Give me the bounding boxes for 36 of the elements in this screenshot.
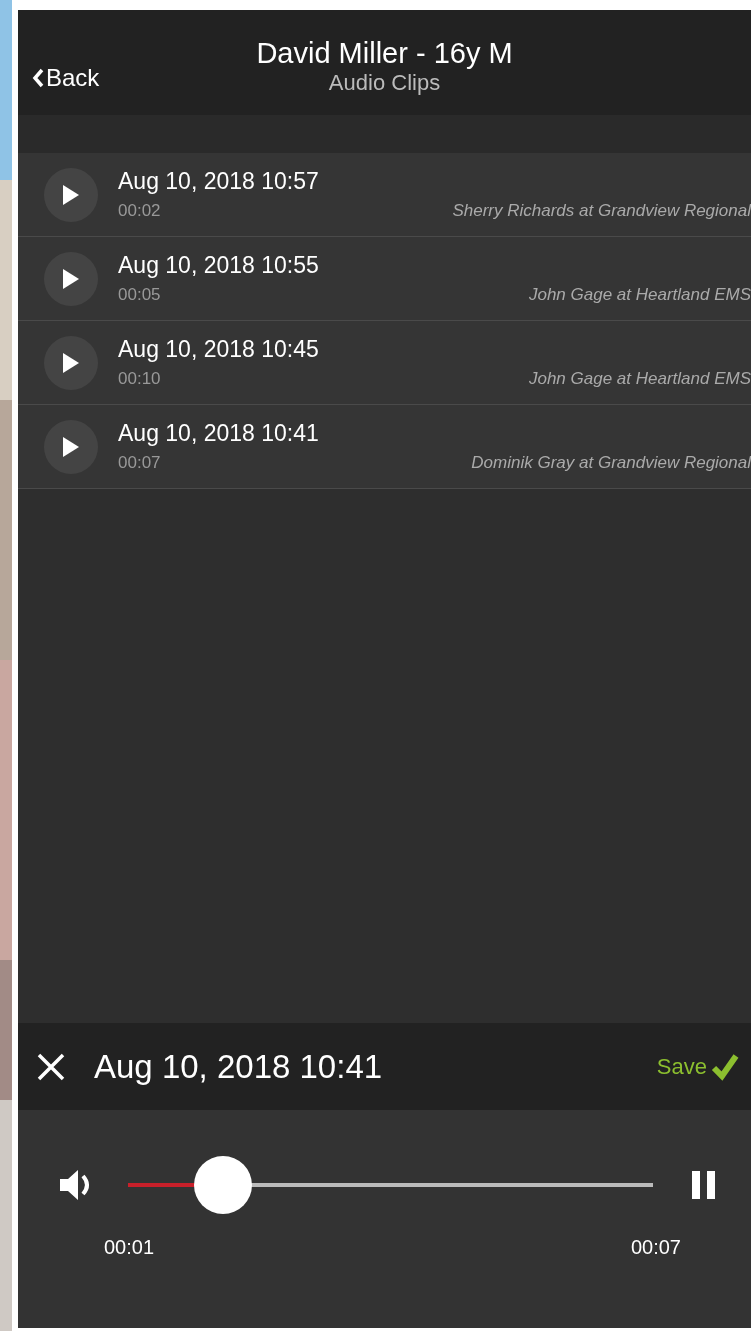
chevron-left-icon [32,68,44,88]
pause-icon [691,1170,717,1200]
clip-date: Aug 10, 2018 10:55 [118,252,320,279]
elapsed-time: 00:01 [104,1236,155,1259]
play-icon [62,183,80,206]
back-button[interactable]: Back [32,64,100,92]
screen-subtitle: Audio Clips [328,70,441,96]
pause-button[interactable] [691,1170,717,1200]
total-time: 00:07 [630,1236,681,1259]
clip-duration: 00:02 [118,201,161,221]
close-icon [36,1051,66,1082]
clip-date: Aug 10, 2018 10:41 [118,420,320,447]
clip-duration: 00:10 [118,369,161,389]
clip-row[interactable]: Aug 10, 2018 10:55 00:05 John Gage at Heartland EMS [18,237,751,321]
seek-thumb[interactable] [193,1156,252,1214]
patient-title: David Miller - 16y M [256,37,513,70]
clip-source: Sherry Richards at Grandview Regional [452,201,751,221]
clip-duration: 00:05 [118,285,161,305]
clip-source: John Gage at Heartland EMS [528,369,751,389]
clip-row[interactable]: Aug 10, 2018 10:45 00:10 John Gage at Heartland EMS [18,321,751,405]
clip-source: Dominik Gray at Grandview Regional [471,453,751,473]
clip-date: Aug 10, 2018 10:57 [118,168,320,195]
checkmark-icon [711,1052,739,1081]
clip-duration: 00:07 [118,453,161,473]
play-icon [62,351,80,374]
player-title: Aug 10, 2018 10:41 [94,1047,384,1086]
close-button[interactable] [36,1051,66,1082]
save-label[interactable]: Save [656,1053,707,1080]
back-label[interactable]: Back [46,64,100,92]
clip-date: Aug 10, 2018 10:45 [118,336,320,363]
clip-row[interactable]: Aug 10, 2018 10:41 00:07 Dominik Gray at Grandview Regional [18,405,751,489]
clip-row[interactable]: Aug 10, 2018 10:57 00:02 Sherry Richards at Grandview Regional [18,153,751,237]
save-button[interactable]: Save [656,1052,739,1081]
play-icon [62,267,80,290]
clip-source: John Gage at Heartland EMS [528,285,751,305]
play-icon [62,435,80,458]
